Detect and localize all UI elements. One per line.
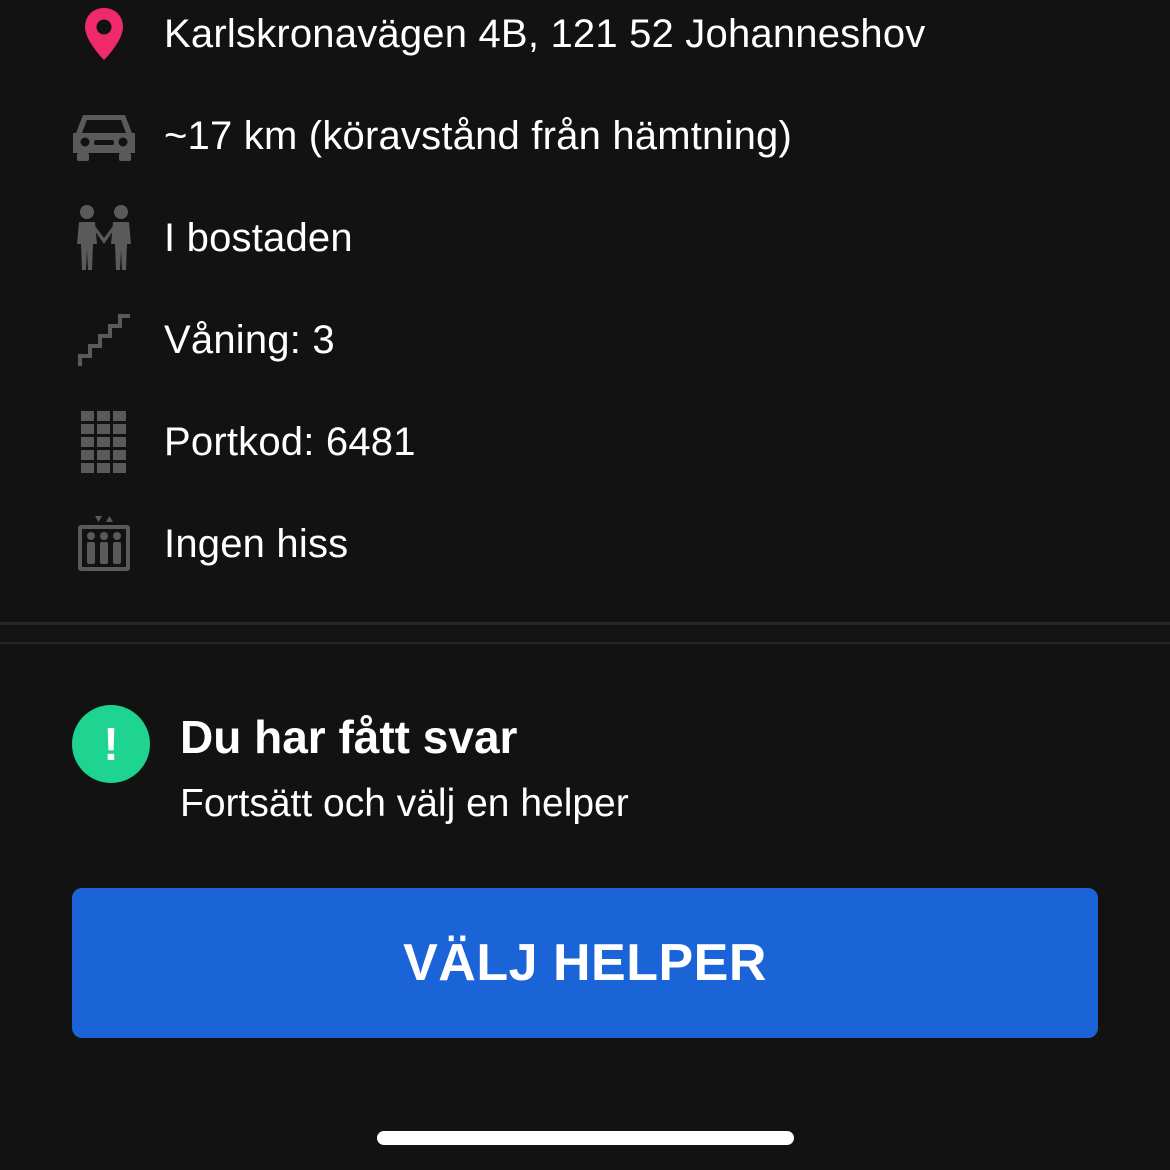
- elevator-text: Ingen hiss: [164, 521, 349, 566]
- home-indicator[interactable]: [377, 1131, 794, 1145]
- detail-address: Karlskronavägen 4B, 121 52 Johanneshov: [66, 0, 1106, 74]
- people-icon: [66, 200, 142, 276]
- distance-text: ~17 km (köravstånd från hämtning): [164, 113, 793, 158]
- notice-subtitle: Fortsätt och välj en helper: [180, 782, 629, 825]
- map-pin-icon: [66, 0, 142, 72]
- location-type-text: I bostaden: [164, 215, 353, 260]
- section-divider: [0, 622, 1170, 644]
- alert-badge-symbol: !: [103, 718, 119, 770]
- notice-title: Du har fått svar: [180, 711, 518, 763]
- detail-distance: ~17 km (köravstånd från hämtning): [66, 96, 1106, 176]
- detail-elevator: Ingen hiss: [66, 504, 1106, 584]
- stairs-icon: [66, 302, 142, 378]
- keypad-icon: [66, 404, 142, 480]
- alert-badge-icon: !: [72, 705, 150, 783]
- door-code-text: Portkod: 6481: [164, 419, 416, 464]
- address-text: Karlskronavägen 4B, 121 52 Johanneshov: [164, 11, 926, 56]
- detail-door-code: Portkod: 6481: [66, 402, 1106, 482]
- response-notice: ! Du har fått svar Fortsätt och välj en …: [72, 700, 1072, 840]
- task-details-screen: Karlskronavägen 4B, 121 52 Johanneshov ~…: [0, 0, 1170, 1170]
- detail-floor: Våning: 3: [66, 300, 1106, 380]
- elevator-icon: [66, 506, 142, 582]
- floor-text: Våning: 3: [164, 317, 335, 362]
- detail-location-type: I bostaden: [66, 198, 1106, 278]
- choose-helper-button[interactable]: VÄLJ HELPER: [72, 888, 1098, 1038]
- car-icon: [66, 98, 142, 174]
